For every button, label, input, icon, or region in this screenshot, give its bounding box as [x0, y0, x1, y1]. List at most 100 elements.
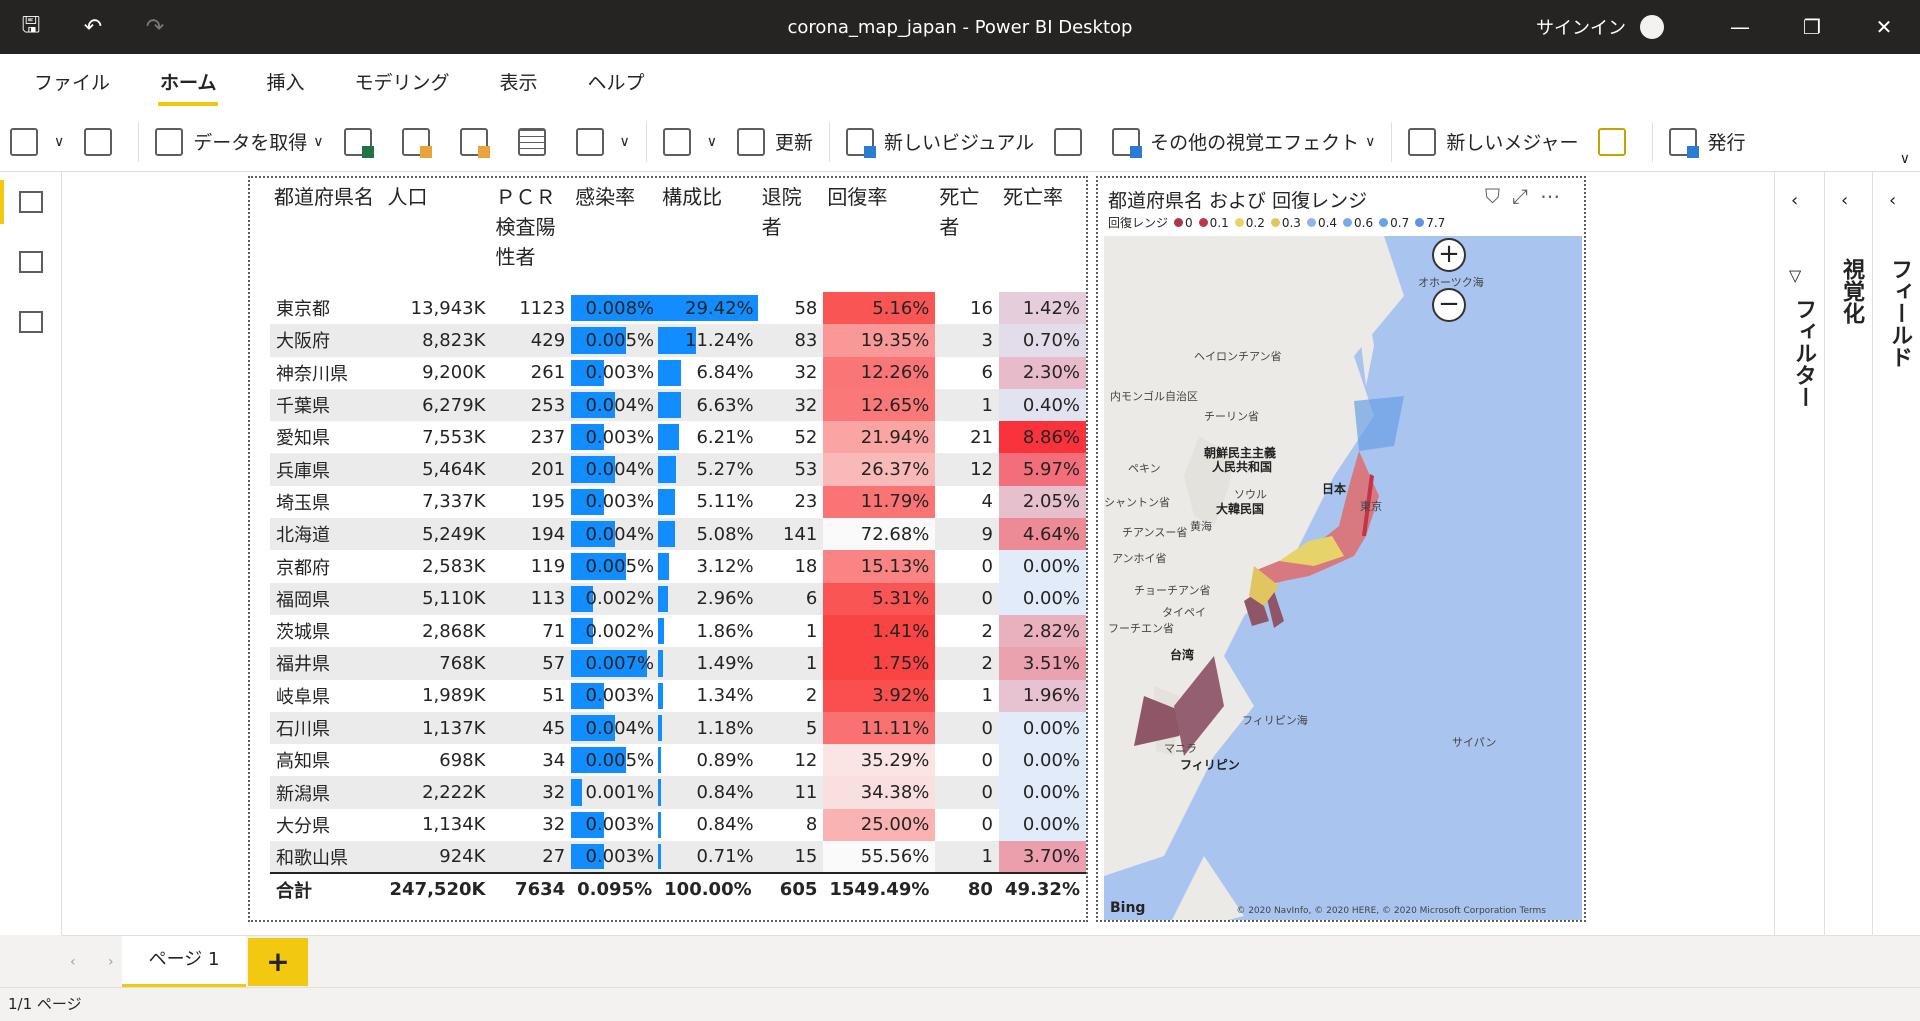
table-row[interactable]: 大分県 1,134K 32 0.003% 0.84% 8 25.00% 0 0.00% [270, 808, 1086, 842]
table-row[interactable]: 大阪府 8,823K 429 0.005% 11.24% 83 19.35% 3 0.70% [270, 324, 1086, 357]
table-cell: 7,337K [422, 491, 486, 513]
visualizations-pane[interactable]: ‹ 視覚化 [1824, 172, 1872, 935]
redo-icon[interactable]: ↷ [124, 15, 186, 40]
enter-data-button[interactable] [508, 112, 566, 172]
column-header[interactable]: ＰＣＲ検査陽性者 [491, 178, 571, 292]
table-row[interactable]: 和歌山県 924K 27 0.003% 0.71% 15 55.56% 1 3.70% [270, 841, 1086, 874]
table-row[interactable]: 石川県 1,137K 45 0.004% 1.18% 5 11.11% 0 0.00% [270, 711, 1086, 745]
column-header[interactable]: 人口 [384, 178, 492, 292]
zoom-out-button[interactable]: − [1432, 288, 1466, 322]
save-icon[interactable]: 🖫 [0, 8, 62, 46]
tab-help[interactable]: ヘルプ [586, 54, 647, 112]
table-cell: 1.86% [658, 615, 758, 647]
restore-button[interactable]: ❐ [1776, 0, 1848, 54]
refresh-button[interactable]: 更新 [727, 112, 823, 172]
page-tab-1[interactable]: ページ 1 [122, 936, 246, 988]
tab-file[interactable]: ファイル [32, 54, 112, 112]
quick-measure-button[interactable] [1588, 112, 1646, 172]
legend-item[interactable]: 0.2 [1234, 216, 1265, 230]
map-label-taiwan: 台湾 [1170, 648, 1195, 662]
undo-icon[interactable]: ↶ [62, 15, 124, 40]
legend-item[interactable]: 0.4 [1306, 216, 1337, 230]
more-options-icon[interactable]: ⋯ [1540, 184, 1572, 208]
column-header[interactable]: 感染率 [571, 178, 658, 292]
tab-insert[interactable]: 挿入 [264, 54, 306, 112]
table-row[interactable]: 神奈川県 9,200K 261 0.003% 6.84% 32 12.26% 6 2.30% [270, 356, 1086, 389]
table-row[interactable]: 埼玉県 7,337K 195 0.003% 5.11% 23 11.79% 4 2.05% [270, 485, 1086, 519]
chevron-left-icon[interactable]: ‹ [1791, 190, 1798, 211]
format-painter-button[interactable] [74, 112, 132, 172]
legend-item[interactable]: 7.7 [1415, 216, 1445, 230]
collapse-ribbon-icon[interactable]: ∨ [1900, 151, 1910, 167]
close-button[interactable]: ✕ [1848, 0, 1920, 54]
table-row[interactable]: 茨城県 2,868K 71 0.002% 1.86% 1 1.41% 2 2.82% [270, 614, 1086, 648]
table-row[interactable]: 兵庫県 5,464K 201 0.004% 5.27% 53 26.37% 12 5.97% [270, 453, 1086, 486]
map-area[interactable]: + − オホーツク海 ヘイロンチアン省 内モンゴル自治区 チーリン省 朝鮮民主主… [1104, 236, 1582, 920]
excel-button[interactable] [334, 112, 392, 172]
model-view-button[interactable] [0, 292, 61, 352]
legend-item[interactable]: 0.3 [1270, 216, 1301, 230]
dataset-button[interactable] [392, 112, 450, 172]
legend-item[interactable]: 0.7 [1379, 216, 1409, 230]
column-header[interactable]: 都道府県名 [270, 178, 384, 292]
table-row[interactable]: 新潟県 2,222K 32 0.001% 0.84% 11 34.38% 0 0.00% [270, 776, 1086, 809]
recent-sources-button[interactable]: ∨ [566, 112, 640, 172]
tab-home[interactable]: ホーム [158, 54, 219, 112]
minimize-button[interactable]: — [1704, 0, 1776, 54]
filter-icon: ▽ [1789, 266, 1802, 285]
column-header[interactable]: 退院者 [758, 178, 824, 292]
publish-button[interactable]: 発行 [1659, 112, 1755, 172]
legend-item[interactable]: 0 [1174, 216, 1193, 230]
text-box-button[interactable] [1044, 112, 1102, 172]
column-header[interactable]: 死亡率 [999, 178, 1086, 292]
paste-button[interactable]: ∨ [0, 112, 74, 172]
new-measure-button[interactable]: 新しいメジャー [1398, 112, 1588, 172]
data-view-button[interactable] [0, 232, 61, 292]
map-visual[interactable]: 都道府県名 および 回復レンジ ⛉⤢⋯ 回復レンジ 0 0.1 0.2 0.3 0.4 0.… [1096, 176, 1586, 922]
table-row[interactable]: 東京都 13,943K 1123 0.008% 29.42% 58 5.16% 16 1.42% [270, 292, 1086, 325]
status-bar: 1/1 ページ [0, 987, 1920, 1020]
table-row[interactable]: 京都府 2,583K 119 0.005% 3.12% 18 15.13% 0 0.00% [270, 550, 1086, 583]
table-row[interactable]: 福岡県 5,110K 113 0.002% 2.96% 6 5.31% 0 0.00% [270, 582, 1086, 615]
table-cell: 51 [542, 685, 566, 707]
table-row[interactable]: 北海道 5,249K 194 0.004% 5.08% 141 72.68% 9 4.64% [270, 518, 1086, 551]
fields-pane[interactable]: ‹ フィールド [1872, 172, 1920, 935]
focus-mode-icon[interactable]: ⤢ [1512, 184, 1540, 208]
tab-modeling[interactable]: モデリング [352, 54, 451, 112]
map-label-inner-mongolia: 内モンゴル自治区 [1110, 390, 1198, 403]
more-visuals-button[interactable]: その他の視覚エフェクト ∨ [1102, 112, 1385, 172]
table-cell: 石川県 [270, 711, 384, 745]
get-data-button[interactable]: データを取得 ∨ [145, 112, 333, 172]
table-row[interactable]: 高知県 698K 34 0.005% 0.89% 12 35.29% 0 0.00% [270, 744, 1086, 777]
sql-button[interactable] [450, 112, 508, 172]
signin-link[interactable]: サインイン [1536, 14, 1626, 40]
column-header[interactable]: 死亡者 [935, 178, 999, 292]
table-row[interactable]: 福井県 768K 57 0.007% 1.49% 1 1.75% 2 3.51% [270, 647, 1086, 680]
new-visual-button[interactable]: 新しいビジュアル [836, 112, 1044, 172]
legend-item[interactable]: 0.6 [1343, 216, 1373, 230]
filters-pane[interactable]: ‹ ▽ フィルター [1774, 172, 1824, 935]
add-page-button[interactable]: + [248, 938, 308, 986]
report-view-button[interactable] [0, 172, 61, 232]
filter-icon[interactable]: ⛉ [1485, 184, 1512, 208]
column-header[interactable]: 回復率 [823, 178, 935, 292]
table-visual[interactable]: 都道府県名 人口 ＰＣＲ検査陽性者 感染率 構成比 退院者 回復率 死亡者 死亡率 東京都 13,… [248, 176, 1270, 922]
table-cell: 0 [935, 582, 999, 615]
table-cell: 11.79% [823, 485, 936, 519]
table-cell: 2,222K [383, 776, 492, 809]
legend-item[interactable]: 0.1 [1198, 216, 1229, 230]
tab-view[interactable]: 表示 [497, 54, 539, 112]
zoom-in-button[interactable]: + [1432, 238, 1466, 272]
table-cell: 83 [757, 324, 824, 357]
sql-server-icon [459, 127, 490, 158]
table-row[interactable]: 千葉県 6,279K 253 0.004% 6.63% 32 12.65% 1 0.40% [270, 388, 1086, 422]
column-header[interactable]: 構成比 [658, 178, 758, 292]
table-row[interactable]: 愛知県 7,553K 237 0.003% 6.21% 52 21.94% 21 8.86% [270, 421, 1086, 454]
chevron-left-icon[interactable]: ‹ [1841, 190, 1848, 211]
avatar[interactable] [1640, 15, 1664, 39]
chevron-left-icon[interactable]: ‹ [1889, 190, 1896, 211]
legend-dot [1234, 218, 1244, 227]
transform-data-button[interactable]: ∨ [653, 112, 727, 172]
page-nav-arrows[interactable]: ‹ › [70, 936, 128, 988]
table-row[interactable]: 岐阜県 1,989K 51 0.003% 1.34% 2 3.92% 1 1.96% [270, 679, 1086, 712]
